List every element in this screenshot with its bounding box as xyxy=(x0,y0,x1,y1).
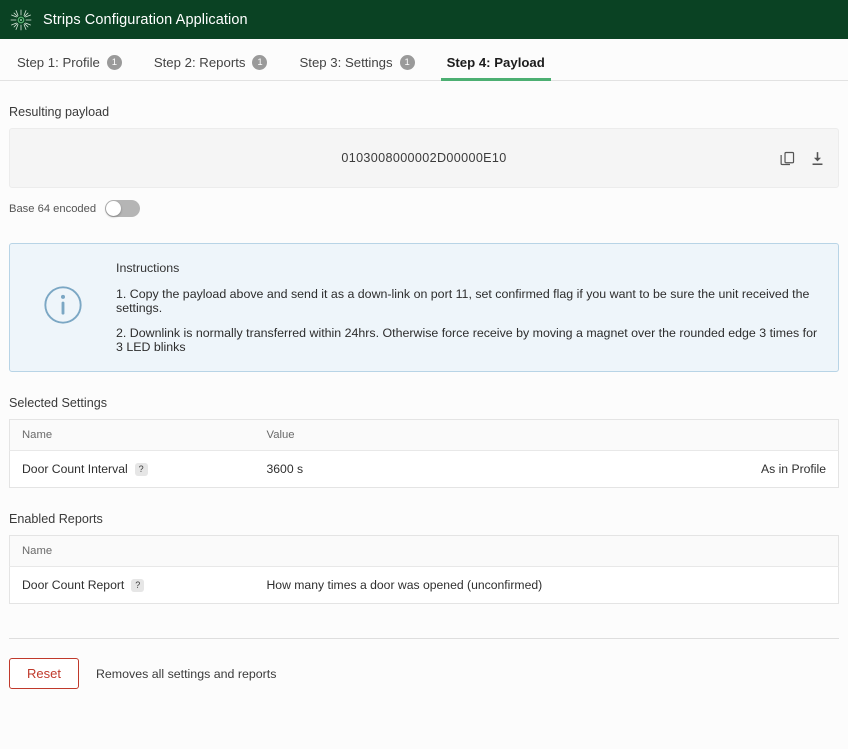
tab-step-2-reports[interactable]: Step 2: Reports 1 xyxy=(143,55,279,80)
setting-note: As in Profile xyxy=(760,462,826,476)
app-title: Strips Configuration Application xyxy=(43,11,248,28)
setting-name: Door Count Interval xyxy=(22,462,128,476)
copy-icon[interactable] xyxy=(778,149,796,167)
setting-value: 3600 s xyxy=(266,462,304,476)
column-header-description xyxy=(254,535,839,567)
table-row: Door Count Interval ? 3600 s As in Profi… xyxy=(10,451,839,488)
report-name-cell: Door Count Report ? xyxy=(10,567,255,604)
help-icon[interactable]: ? xyxy=(131,578,145,592)
footer-row: Reset Removes all settings and reports xyxy=(9,658,839,689)
reset-button[interactable]: Reset xyxy=(9,658,79,689)
base64-toggle-switch[interactable] xyxy=(105,200,141,217)
main-content: Resulting payload 0103008000002D00000E10… xyxy=(0,105,848,689)
download-icon[interactable] xyxy=(808,149,826,167)
column-header-value: Value xyxy=(254,419,699,451)
payload-value: 0103008000002D00000E10 xyxy=(341,151,507,165)
report-name: Door Count Report xyxy=(22,578,125,592)
tab-step-3-settings[interactable]: Step 3: Settings 1 xyxy=(288,55,425,80)
tab-label: Step 3: Settings xyxy=(299,55,393,70)
column-header-note xyxy=(698,419,839,451)
tab-step-4-payload[interactable]: Step 4: Payload xyxy=(436,55,556,81)
report-description: How many times a door was opened (unconf… xyxy=(266,578,543,592)
help-icon[interactable]: ? xyxy=(134,462,148,476)
instructions-line-2: 2. Downlink is normally transferred with… xyxy=(116,326,818,354)
table-header-row: Name Value xyxy=(9,419,839,451)
column-header-name: Name xyxy=(9,535,255,567)
selected-settings-label: Selected Settings xyxy=(9,396,108,410)
tab-step-1-profile[interactable]: Step 1: Profile 1 xyxy=(6,55,133,80)
tab-badge-count: 1 xyxy=(106,55,122,70)
tab-badge-count: 1 xyxy=(252,55,268,70)
selected-settings-table: Name Value Door Count Interval ? 3600 s … xyxy=(9,419,839,488)
payload-box: 0103008000002D00000E10 xyxy=(9,128,839,188)
table-row: Door Count Report ? How many times a doo… xyxy=(10,567,839,604)
info-circle-icon xyxy=(42,284,84,331)
app-header: Strips Configuration Application xyxy=(0,0,848,39)
tab-badge-count: 1 xyxy=(399,55,415,70)
enabled-reports-label: Enabled Reports xyxy=(9,512,103,526)
instructions-title: Instructions xyxy=(116,261,180,275)
sunburst-logo-icon xyxy=(9,8,33,32)
instructions-line-1: 1. Copy the payload above and send it as… xyxy=(116,287,810,315)
base64-toggle-label: Base 64 encoded xyxy=(9,202,97,215)
resulting-payload-label: Resulting payload xyxy=(9,105,110,119)
step-tabs: Step 1: Profile 1 Step 2: Reports 1 Step… xyxy=(0,39,848,81)
base64-toggle-row: Base 64 encoded xyxy=(9,200,839,217)
instructions-body: Instructions 1. Copy the payload above a… xyxy=(116,261,818,354)
toggle-knob xyxy=(106,201,122,216)
column-header-name: Name xyxy=(9,419,255,451)
tab-label: Step 4: Payload xyxy=(446,55,545,70)
reset-description: Removes all settings and reports xyxy=(95,666,277,681)
payload-actions xyxy=(778,149,826,167)
enabled-reports-table: Name Door Count Report ? How many times … xyxy=(9,535,839,604)
tab-label: Step 2: Reports xyxy=(153,55,246,70)
table-header-row: Name xyxy=(9,535,839,567)
tab-label: Step 1: Profile xyxy=(17,55,100,70)
setting-name-cell: Door Count Interval ? xyxy=(10,451,255,488)
instructions-panel: Instructions 1. Copy the payload above a… xyxy=(9,243,839,372)
footer-divider xyxy=(9,638,839,639)
